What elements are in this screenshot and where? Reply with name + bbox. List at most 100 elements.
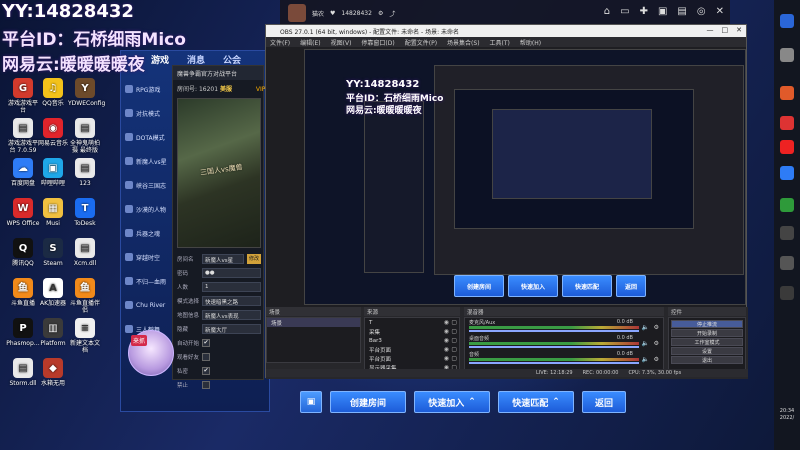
clock[interactable]: 20:34 2022/: [775, 408, 799, 422]
obs-menu-item[interactable]: 帮助(H): [520, 38, 541, 47]
pip-icon[interactable]: ▣: [658, 6, 667, 17]
obs-control-button[interactable]: 工作室模式: [671, 338, 743, 346]
desktop-icon[interactable]: T ToDesk: [68, 198, 102, 227]
lobby-list-item[interactable]: 沙漠的人物: [125, 197, 175, 221]
eye-icon[interactable]: ◉: [444, 337, 449, 344]
chat-icon[interactable]: ▤: [677, 6, 686, 17]
lobby-list-item[interactable]: 穿越时空: [125, 245, 175, 269]
desktop-icon[interactable]: ▤ Storm.dll: [6, 358, 40, 387]
minimize-icon[interactable]: —: [707, 26, 714, 34]
monitor-icon[interactable]: ▭: [620, 6, 629, 17]
lock-icon[interactable]: ▢: [451, 346, 457, 353]
back-button[interactable]: 返回: [582, 391, 626, 413]
settings-icon[interactable]: ⚙: [378, 10, 383, 17]
source-item[interactable]: 平台页面 ◉ ▢: [365, 345, 459, 354]
tab-guild[interactable]: 公会: [223, 53, 241, 66]
home-icon[interactable]: ⌂: [604, 6, 610, 17]
desktop-icon[interactable]: G 游戏游戏平台: [6, 78, 40, 114]
lobby-list-item[interactable]: 新魔人vs星: [125, 149, 175, 173]
taskbar-app-icon[interactable]: [780, 48, 794, 62]
source-item[interactable]: T ◉ ▢: [365, 318, 459, 327]
taskbar-app-icon[interactable]: [780, 286, 794, 300]
eye-icon[interactable]: ◉: [444, 355, 449, 362]
desktop-icon[interactable]: ▤ 全神鬼萌拍摄 最终版: [68, 118, 102, 154]
eye-icon[interactable]: ◉: [444, 328, 449, 335]
room-form-field[interactable]: 新魔大厅: [202, 323, 261, 334]
obs-control-button[interactable]: 设置: [671, 347, 743, 355]
eye-icon[interactable]: ◉: [444, 319, 449, 326]
lobby-list-item[interactable]: Chu River: [125, 293, 175, 317]
eye-icon[interactable]: ◉: [444, 346, 449, 353]
controller-icon[interactable]: ◎: [697, 6, 706, 17]
desktop-icon[interactable]: ▤ 123: [68, 158, 102, 187]
obs-control-button[interactable]: 开始录制: [671, 329, 743, 337]
lobby-list-item[interactable]: 峡谷三国志: [125, 173, 175, 197]
obs-menu-item[interactable]: 工具(T): [490, 38, 510, 47]
lobby-icon-button[interactable]: ▣: [300, 391, 322, 413]
speaker-icon[interactable]: 🔈: [642, 324, 649, 331]
gear-icon[interactable]: ⚙: [654, 324, 659, 331]
share-icon[interactable]: ⤴: [389, 9, 395, 18]
tab-games[interactable]: 游戏: [151, 53, 169, 66]
room-form-field[interactable]: ●●: [202, 267, 261, 278]
lobby-list-item[interactable]: DOTA模式: [125, 125, 175, 149]
desktop-icon[interactable]: ☁ 百度网盘: [6, 158, 40, 187]
desktop-icon[interactable]: Q 腾讯QQ: [6, 238, 40, 267]
desktop-icon[interactable]: S Steam: [36, 238, 70, 267]
taskbar-app-icon[interactable]: [780, 226, 794, 240]
desktop-icon[interactable]: Y YDWEConfig: [68, 78, 105, 107]
room-form-checkbox[interactable]: [202, 380, 210, 389]
room-form-field[interactable]: 快速暗黑之路: [202, 295, 261, 306]
room-form-field[interactable]: 1: [202, 281, 261, 292]
room-form-checkbox[interactable]: ✔: [202, 366, 210, 375]
room-form-field[interactable]: 新魔人vs星: [202, 253, 244, 264]
modify-button[interactable]: 修改: [247, 253, 261, 264]
obs-menu-item[interactable]: 编辑(E): [300, 38, 320, 47]
desktop-icon[interactable]: ♫ QQ音乐: [36, 78, 70, 107]
taskbar-app-icon[interactable]: [780, 198, 794, 212]
gear-icon[interactable]: ⚙: [654, 340, 659, 347]
obs-menu-item[interactable]: 场景集合(S): [447, 38, 480, 47]
lock-icon[interactable]: ▢: [451, 319, 457, 326]
desktop-icon[interactable]: ◆ 水箱无用: [36, 358, 70, 387]
obs-menu-item[interactable]: 停靠窗口(D): [361, 38, 394, 47]
desktop-icon[interactable]: ▣ 哔哩哔哩: [36, 158, 70, 187]
close-icon[interactable]: ✕: [716, 6, 724, 17]
lock-icon[interactable]: ▢: [451, 328, 457, 335]
lobby-list-item[interactable]: 对抗模式: [125, 101, 175, 125]
desktop-icon[interactable]: ▤ 游戏游戏平台 7.0.59: [6, 118, 40, 154]
desktop-icon[interactable]: P Phasmop…: [6, 318, 40, 347]
room-form-checkbox[interactable]: ✔: [202, 338, 210, 347]
obs-menu-item[interactable]: 文件(F): [270, 38, 290, 47]
obs-control-button[interactable]: 停止推流: [671, 320, 743, 328]
maximize-icon[interactable]: □: [722, 26, 729, 34]
obs-menu-item[interactable]: 视图(V): [331, 38, 352, 47]
volume-slider[interactable]: [469, 346, 639, 348]
scene-item[interactable]: 场景: [267, 318, 360, 327]
lobby-list-item[interactable]: 兵器之魂: [125, 221, 175, 245]
volume-slider[interactable]: [469, 362, 639, 364]
gear-icon[interactable]: ⚙: [654, 356, 659, 363]
desktop-icon[interactable]: ▤ Xcm.dll: [68, 238, 102, 267]
taskbar-app-icon[interactable]: [780, 256, 794, 270]
taskbar-app-icon[interactable]: [780, 166, 794, 180]
lobby-list-item[interactable]: 不归—血雨: [125, 269, 175, 293]
desktop-icon[interactable]: 鱼斗鱼直播伴侣: [68, 278, 102, 314]
lock-icon[interactable]: ▢: [451, 337, 457, 344]
lock-icon[interactable]: ▢: [451, 355, 457, 362]
streamer-avatar[interactable]: [288, 4, 306, 22]
desktop-icon[interactable]: 鱼斗鱼直播: [6, 278, 40, 307]
desktop-icon[interactable]: ◉ 网易云音乐: [36, 118, 70, 147]
close-window-icon[interactable]: ✕: [736, 26, 742, 34]
source-item[interactable]: Bar3 ◉ ▢: [365, 336, 459, 345]
obs-menu-item[interactable]: 配置文件(P): [405, 38, 437, 47]
volume-slider[interactable]: [469, 330, 639, 332]
desktop-icon[interactable]: ≡ 新建文本文档: [68, 318, 102, 354]
create-room-button[interactable]: 创建房间: [330, 391, 406, 413]
taskbar-app-icon[interactable]: [780, 86, 794, 100]
desktop-icon[interactable]: ▥ Platform: [36, 318, 70, 347]
room-form-field[interactable]: 新魔人vs表现: [202, 309, 261, 320]
speaker-icon[interactable]: 🔈: [642, 340, 649, 347]
quick-join-button[interactable]: 快速加入 ⌃: [414, 391, 490, 413]
taskbar-app-icon[interactable]: [780, 140, 794, 154]
